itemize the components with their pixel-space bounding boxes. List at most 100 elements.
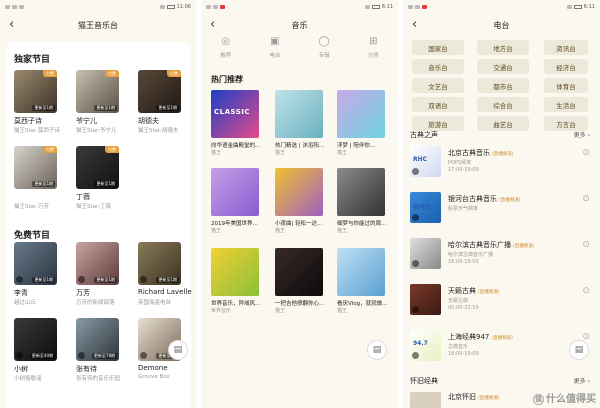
album-cover[interactable] [337,90,385,138]
program-name: 李青 [14,289,28,297]
paid-badge: 付费 [43,146,57,153]
program-sub: 小树摇歌谣 [14,376,42,382]
radio-category-chip[interactable]: 音乐台 [412,59,464,74]
album-sub: 猫王 [211,150,222,156]
program-tile[interactable]: 付费 更新至1期 [76,146,119,189]
play-icon [16,352,23,359]
album-cover[interactable] [275,248,323,296]
radio-category-chip[interactable]: 曲艺台 [477,116,529,131]
album-sub: 世界音乐 [211,308,232,314]
radio-category-chip[interactable]: 资讯台 [544,40,588,55]
tab-radio[interactable]: ▣ 电台 [255,36,295,66]
album-cover[interactable] [275,90,323,138]
radio-category-chip[interactable]: 双语台 [412,97,464,112]
subscribe-icon[interactable]: ⊙ [582,286,590,296]
album-cover[interactable] [275,168,323,216]
station-name[interactable]: 北京怀旧 (直播频道) [448,392,500,402]
subscribe-icon[interactable]: ⊙ [582,240,590,250]
program-tile[interactable]: 更新至78期 [76,318,119,361]
station-logo-text: RHC [413,156,428,163]
recommend-icon: ◎ [221,36,230,47]
radio-category-chip[interactable]: 体育台 [544,78,588,93]
back-arrow-icon[interactable]: ‹ [412,17,417,32]
station-desc: 古典音乐 [448,344,469,350]
station-name[interactable]: 上海经典947 (直播频道) [448,332,513,342]
album-cover[interactable] [211,168,259,216]
radio-category-chip[interactable]: 地方台 [477,40,529,55]
station-logo[interactable] [410,238,441,269]
program-name: 胡德夫 [138,117,159,125]
station-logo[interactable]: RHC [410,146,441,177]
page-title: 音乐 [291,20,308,30]
station-time: 18:00-19:00 [448,259,479,265]
back-arrow-icon[interactable]: ‹ [9,17,14,32]
status-icons-left [408,5,427,9]
live-tag: (直播频道) [492,152,514,157]
radio-category-chip[interactable]: 文艺台 [412,78,464,93]
section-title-classic: 古典之声 [410,131,438,139]
album-name: 小夜曲| 轻松一达... [275,221,323,227]
station-time: 18:00-19:00 [448,351,479,357]
station-logo[interactable] [410,284,441,315]
station-name[interactable]: 银河台古典音乐 (直播频道) [448,194,521,204]
program-tile[interactable]: 更新至1期 [138,242,181,285]
more-link[interactable]: 更多 › [574,130,590,139]
play-icon [140,276,147,283]
tab-category[interactable]: ⊞ 分类 [353,36,393,66]
station-title: 北京怀旧 [448,393,476,401]
radio-category-chip[interactable]: 都市台 [477,78,529,93]
station-name[interactable]: 北京古典音乐 (直播频道) [448,148,514,158]
screen-maowang-radio: 11:06 ‹ 猫王音乐台 独家节目 免费节目 付费 更新至1期 莫西子诗 猫王… [0,0,196,408]
album-sub: 猫王 [275,228,286,234]
update-count: 更新至1期 [32,181,55,187]
paid-badge: 付费 [105,146,119,153]
back-arrow-icon[interactable]: ‹ [210,17,215,32]
program-sub: Groove Box [138,374,170,380]
tab-album[interactable]: ◯ 专辑 [304,36,344,66]
radio-category-chip[interactable]: 旅游台 [412,116,464,131]
station-title: 银河台古典音乐 [448,195,497,203]
program-tile[interactable]: 付费 更新至1期 [138,70,181,113]
program-sub: 张有待的音乐乐园 [76,376,121,382]
radio-category-chip[interactable]: 综合台 [477,97,529,112]
album-cover[interactable]: CLASSIC [211,90,259,138]
mini-player-icon[interactable]: ▤ [168,340,188,360]
album-sub: 猫王 [337,150,348,156]
program-tile[interactable]: 付费 更新至1期 [14,146,57,189]
album-name: 一把吉他撩翻你心... [275,301,325,307]
album-cover[interactable] [337,248,385,296]
subscribe-icon[interactable]: ⊙ [582,194,590,204]
radio-category-chip[interactable]: 方言台 [544,116,588,131]
station-logo[interactable]: 银河台 [410,192,441,223]
program-tile[interactable]: 付费 更新至1期 [14,70,57,113]
station-title: 北京古典音乐 [448,149,490,157]
radio-category-chip[interactable]: 生活台 [544,97,588,112]
subscribe-icon[interactable]: ⊙ [582,148,590,158]
tab-label: 推荐 [220,53,232,59]
station-name[interactable]: 哈尔滨古典音乐广播 (直播频道) [448,240,535,250]
more-link[interactable]: 更多 › [574,376,590,385]
album-sub: 猫王 [275,308,286,314]
album-name: 热门精选 | 沐浴阳... [275,143,325,149]
radio-category-chip[interactable]: 国家台 [412,40,464,55]
program-tile[interactable]: 更新至40期 [14,318,57,361]
program-tile[interactable]: 付费 更新至1期 [76,70,119,113]
radio-category-chip[interactable]: 交通台 [477,59,529,74]
station-name[interactable]: 天籁古典 (直播频道) [448,286,500,296]
mini-player-icon[interactable]: ▤ [367,340,387,360]
section-title-exclusive: 独家节目 [14,55,51,65]
station-time: 00:00-23:59 [448,305,479,311]
status-icons-left [5,5,24,9]
station-logo[interactable]: 94.7 [410,330,441,361]
program-tile[interactable]: 更新至1期 [76,242,119,285]
tab-recommend[interactable]: ◎ 推荐 [206,36,246,66]
program-tile[interactable]: 更新至1期 [14,242,57,285]
play-icon [16,276,23,283]
live-tag: (直播频道) [499,198,521,203]
album-cover[interactable] [337,168,385,216]
mini-player-icon[interactable]: ▤ [569,340,589,360]
radio-category-chip[interactable]: 经济台 [544,59,588,74]
update-count: 更新至1期 [94,105,117,111]
station-title: 天籁古典 [448,287,476,295]
album-cover[interactable] [211,248,259,296]
